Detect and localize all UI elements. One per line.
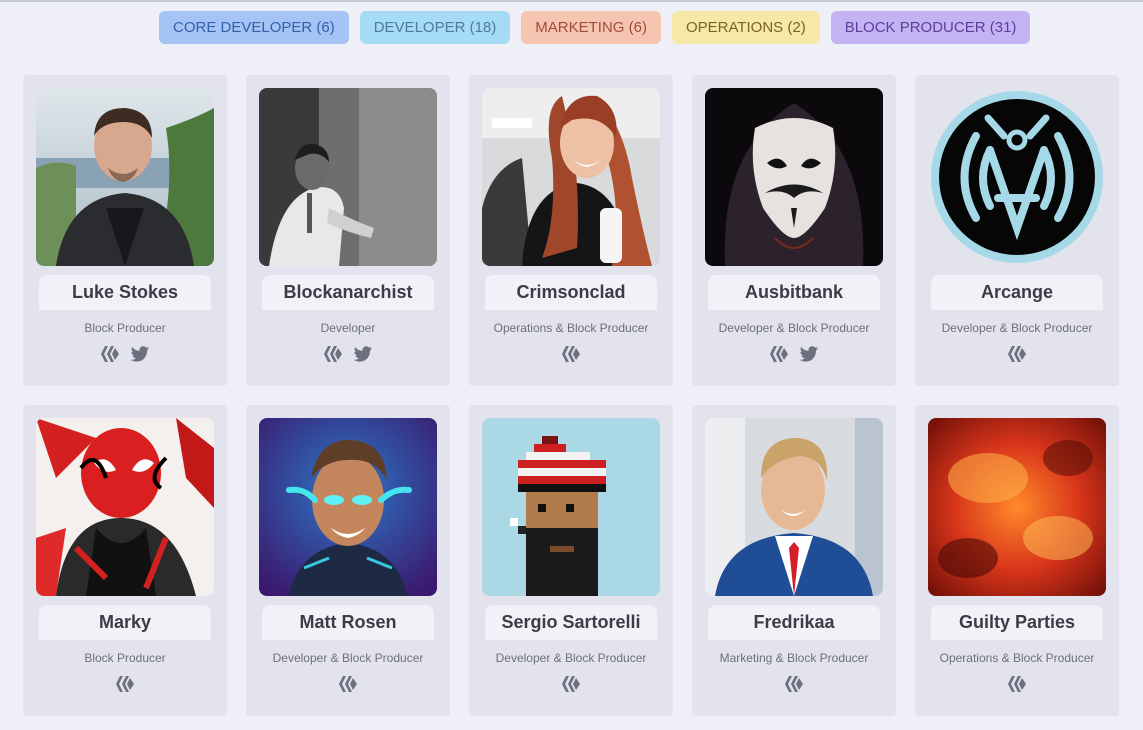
member-avatar[interactable] <box>928 418 1106 596</box>
role-filter-bar: CORE DEVELOPER (6) DEVELOPER (18) MARKET… <box>159 11 1031 44</box>
member-role: Block Producer <box>84 321 166 335</box>
twitter-icon[interactable] <box>799 345 819 363</box>
member-name[interactable]: Marky <box>39 605 211 640</box>
member-socials <box>915 345 1119 363</box>
member-card: Crimsonclad Operations & Block Producer <box>469 75 673 386</box>
member-card: Matt Rosen Developer & Block Producer <box>246 405 450 716</box>
member-name[interactable]: Sergio Sartorelli <box>485 605 657 640</box>
hive-icon[interactable] <box>561 675 581 693</box>
member-avatar[interactable] <box>259 418 437 596</box>
filter-core-developer[interactable]: CORE DEVELOPER (6) <box>159 11 349 44</box>
member-role: Developer & Block Producer <box>941 321 1093 335</box>
member-name[interactable]: Guilty Parties <box>931 605 1103 640</box>
member-card: Sergio Sartorelli Developer & Block Prod… <box>469 405 673 716</box>
hive-icon[interactable] <box>115 675 135 693</box>
member-name[interactable]: Ausbitbank <box>708 275 880 310</box>
hive-icon[interactable] <box>323 345 343 363</box>
member-socials <box>469 675 673 693</box>
member-name[interactable]: Matt Rosen <box>262 605 434 640</box>
member-card: Blockanarchist Developer <box>246 75 450 386</box>
hive-icon[interactable] <box>769 345 789 363</box>
member-role: Developer & Block Producer <box>718 321 870 335</box>
member-avatar[interactable] <box>705 418 883 596</box>
member-avatar[interactable] <box>705 88 883 266</box>
member-role: Operations & Block Producer <box>939 651 1095 665</box>
twitter-icon[interactable] <box>130 345 150 363</box>
hive-icon[interactable] <box>784 675 804 693</box>
member-role: Marketing & Block Producer <box>719 651 869 665</box>
member-role: Developer & Block Producer <box>495 651 647 665</box>
hive-icon[interactable] <box>1007 675 1027 693</box>
member-socials <box>23 345 227 363</box>
hive-icon[interactable] <box>100 345 120 363</box>
member-card: Marky Block Producer <box>23 405 227 716</box>
member-avatar[interactable] <box>482 88 660 266</box>
member-name[interactable]: Crimsonclad <box>485 275 657 310</box>
member-name[interactable]: Fredrikaa <box>708 605 880 640</box>
member-socials <box>246 675 450 693</box>
member-avatar[interactable] <box>482 418 660 596</box>
team-grid: Luke Stokes Block Producer Blockanarchis… <box>23 75 1119 716</box>
member-card: Ausbitbank Developer & Block Producer <box>692 75 896 386</box>
filter-marketing[interactable]: MARKETING (6) <box>521 11 661 44</box>
member-role: Operations & Block Producer <box>493 321 649 335</box>
member-card: Guilty Parties Operations & Block Produc… <box>915 405 1119 716</box>
top-divider <box>0 0 1143 2</box>
filter-operations[interactable]: OPERATIONS (2) <box>671 11 820 44</box>
member-name[interactable]: Arcange <box>931 275 1103 310</box>
member-card: Arcange Developer & Block Producer <box>915 75 1119 386</box>
member-socials <box>246 345 450 363</box>
member-avatar[interactable] <box>928 88 1106 266</box>
member-card: Luke Stokes Block Producer <box>23 75 227 386</box>
twitter-icon[interactable] <box>353 345 373 363</box>
member-role: Developer <box>320 321 376 335</box>
member-avatar[interactable] <box>259 88 437 266</box>
member-socials <box>469 345 673 363</box>
member-socials <box>23 675 227 693</box>
member-avatar[interactable] <box>36 88 214 266</box>
hive-icon[interactable] <box>1007 345 1027 363</box>
hive-icon[interactable] <box>561 345 581 363</box>
hive-icon[interactable] <box>338 675 358 693</box>
member-role: Block Producer <box>84 651 166 665</box>
member-card: Fredrikaa Marketing & Block Producer <box>692 405 896 716</box>
member-name[interactable]: Luke Stokes <box>39 275 211 310</box>
filter-developer[interactable]: DEVELOPER (18) <box>359 11 511 44</box>
member-socials <box>915 675 1119 693</box>
member-avatar[interactable] <box>36 418 214 596</box>
member-role: Developer & Block Producer <box>272 651 424 665</box>
filter-block-producer[interactable]: BLOCK PRODUCER (31) <box>830 11 1031 44</box>
member-socials <box>692 675 896 693</box>
member-name[interactable]: Blockanarchist <box>262 275 434 310</box>
member-socials <box>692 345 896 363</box>
